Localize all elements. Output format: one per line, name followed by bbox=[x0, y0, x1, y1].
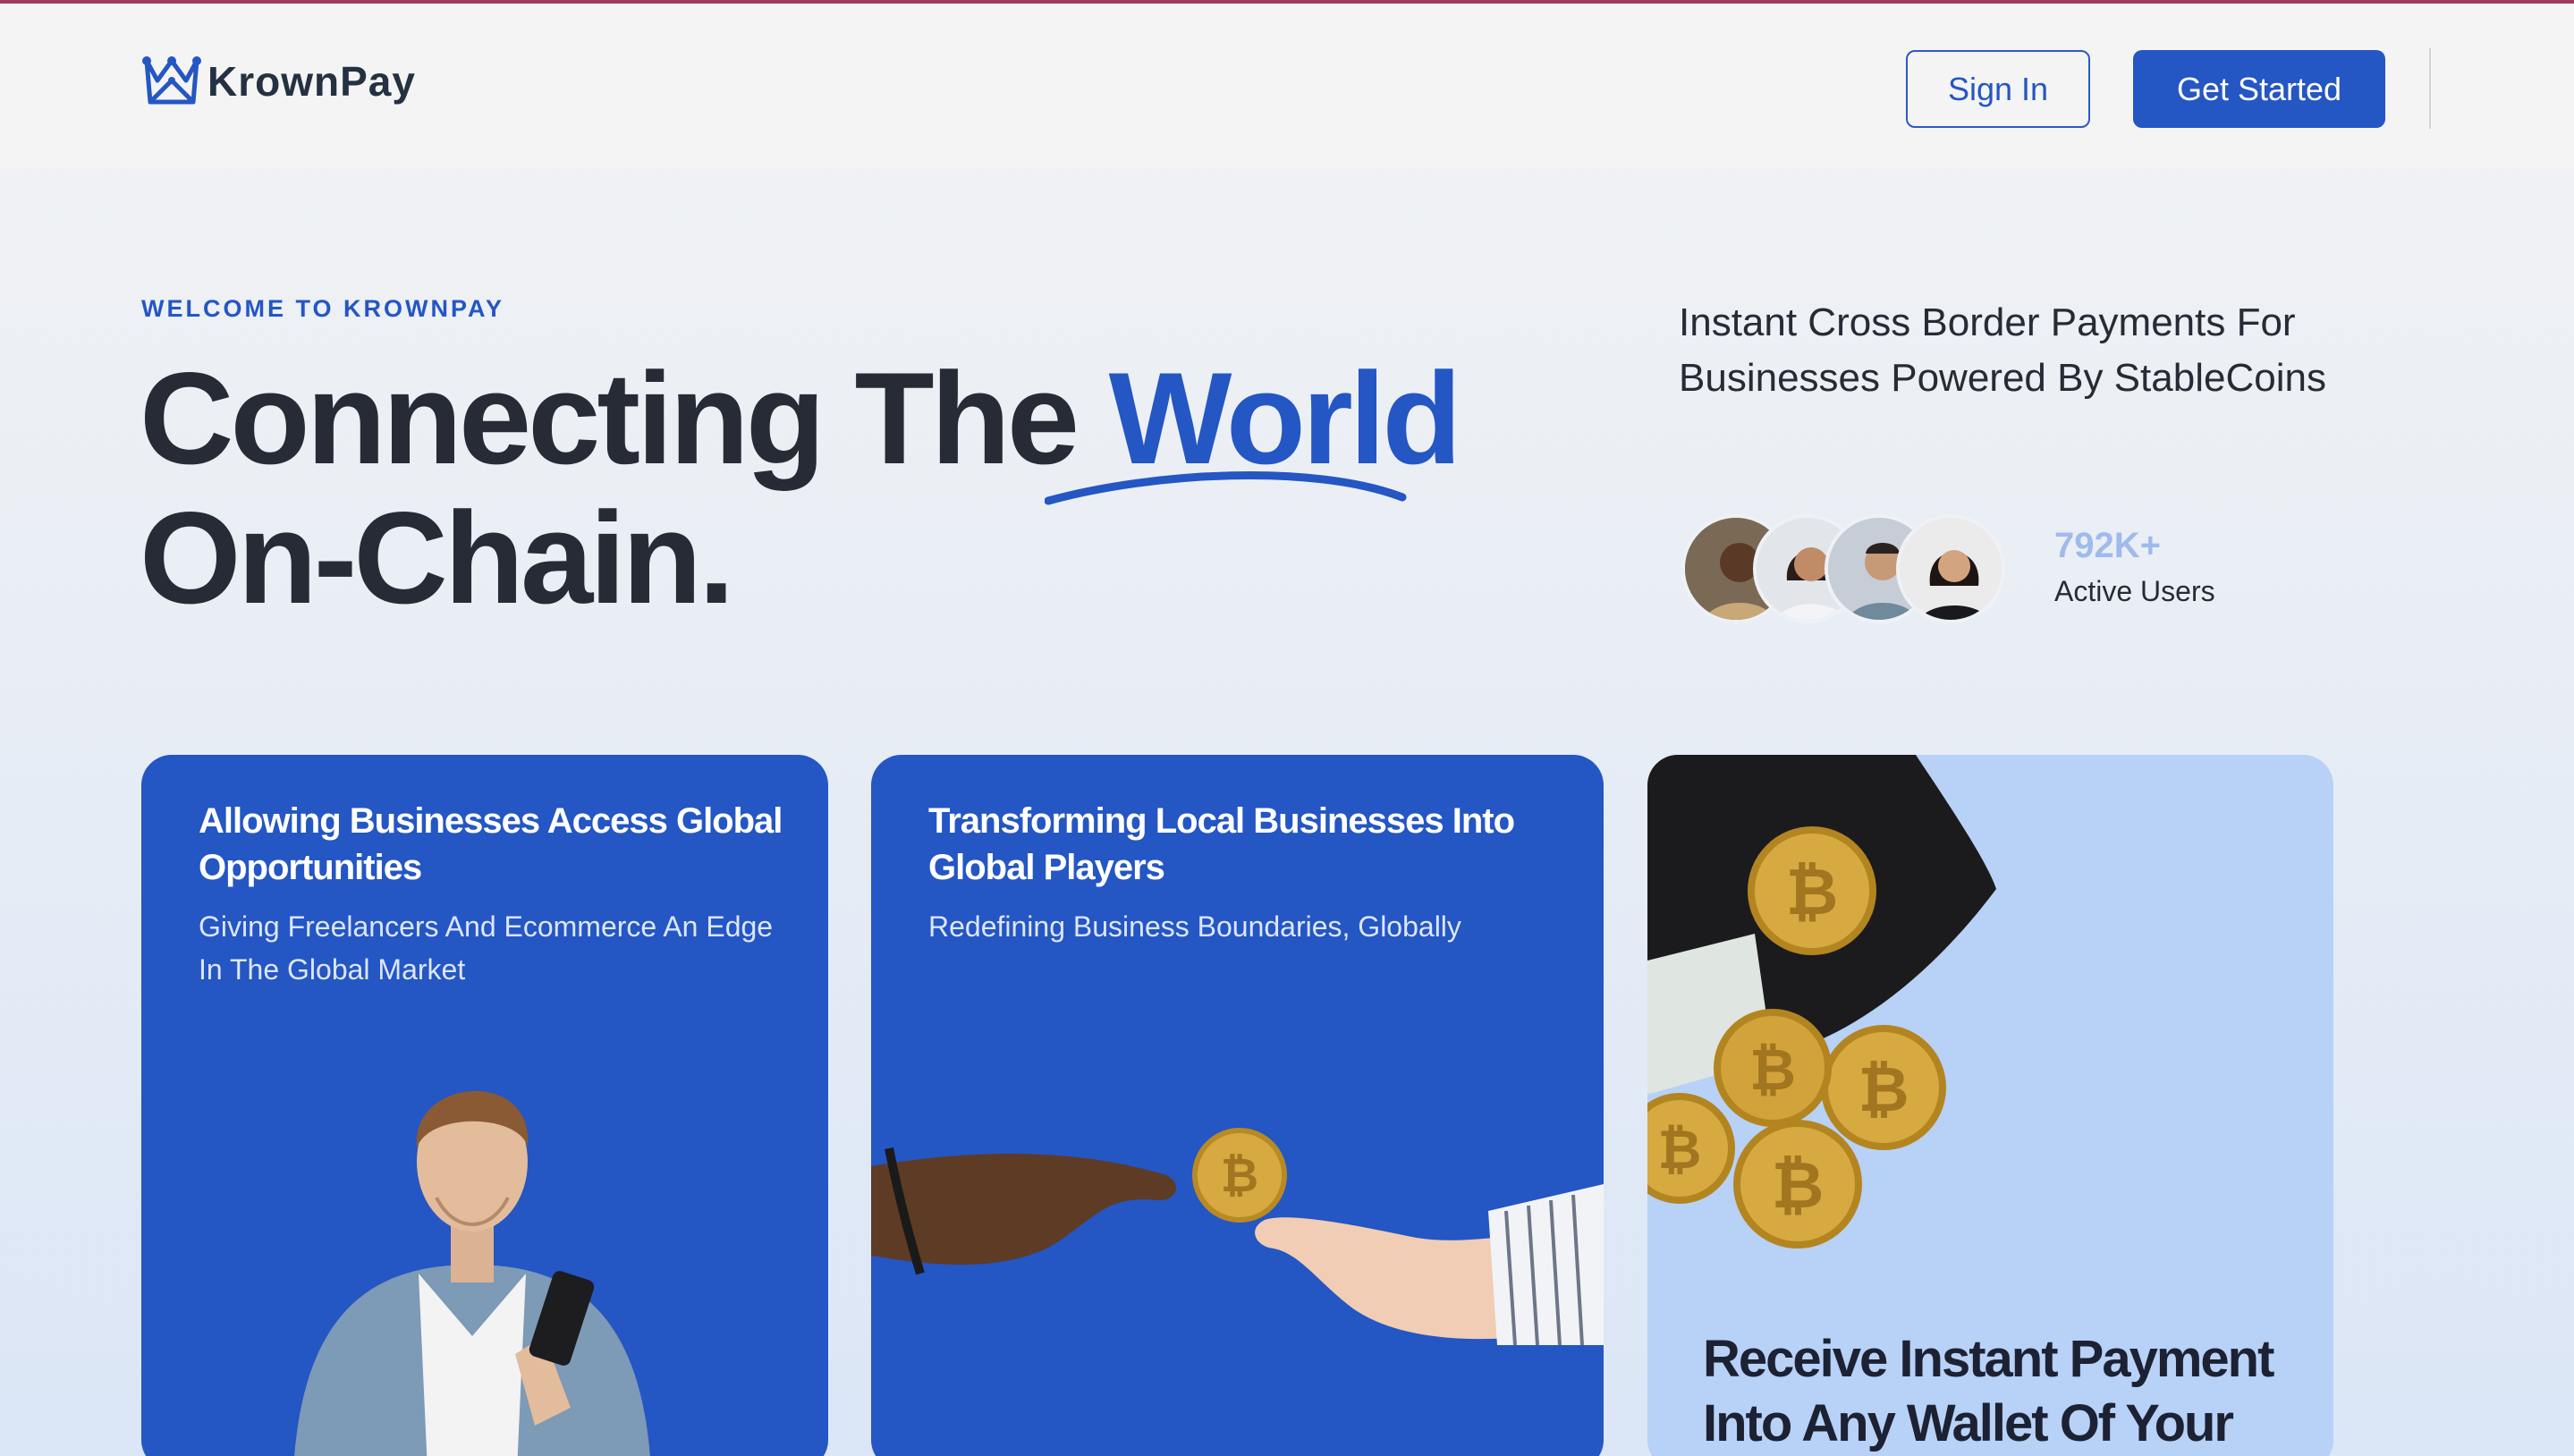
card-title: Transforming Local Businesses Into Globa… bbox=[928, 801, 1515, 887]
sign-in-button[interactable]: Sign In bbox=[1906, 50, 2090, 128]
svg-text:₿: ₿ bbox=[1221, 1149, 1258, 1203]
svg-text:₿: ₿ bbox=[1658, 1119, 1702, 1181]
hero-subtitle: Instant Cross Border Payments For Busine… bbox=[1679, 301, 2326, 400]
svg-text:₿: ₿ bbox=[1772, 1147, 1825, 1223]
feature-card-global-opportunities[interactable]: Allowing Businesses Access Global Opport… bbox=[141, 755, 828, 1456]
hands-exchanging-bitcoin-illustration: ₿ bbox=[871, 1128, 1604, 1346]
headline-part1: Connecting The bbox=[140, 345, 1109, 491]
brand-name: KrownPay bbox=[207, 58, 416, 105]
avatar bbox=[1896, 514, 2005, 623]
man-with-phone-illustration bbox=[294, 1090, 650, 1456]
headline-underline-decoration bbox=[1045, 471, 1407, 505]
header-divider bbox=[2429, 48, 2431, 129]
feature-card-instant-payment[interactable]: ₿ ₿ ₿ ₿ ₿ Receive Instant Payment Into A… bbox=[1647, 755, 2333, 1456]
user-avatar-group bbox=[1681, 514, 2008, 623]
active-users-label: Active Users bbox=[2054, 575, 2215, 607]
svg-text:₿: ₿ bbox=[1749, 1037, 1796, 1104]
krownpay-crown-logo-icon bbox=[142, 56, 201, 105]
active-users-count: 792K+ bbox=[2054, 526, 2161, 565]
card-title: Receive Instant Payment Into Any Wallet … bbox=[1703, 1330, 2274, 1452]
svg-text:₿: ₿ bbox=[1858, 1053, 1909, 1126]
brand-logo[interactable]: KrownPay bbox=[141, 54, 416, 109]
wallet-with-bitcoins-illustration: ₿ ₿ ₿ ₿ ₿ bbox=[1647, 755, 1996, 1249]
card-subtitle: Redefining Business Boundaries, Globally bbox=[928, 910, 1461, 943]
svg-text:₿: ₿ bbox=[1786, 854, 1839, 929]
card-title: Allowing Businesses Access Global Opport… bbox=[199, 801, 783, 887]
site-header: KrownPay Sign In Get Started bbox=[0, 4, 2574, 168]
feature-card-global-players[interactable]: Transforming Local Businesses Into Globa… bbox=[871, 755, 1604, 1456]
card-subtitle: Giving Freelancers And Ecommerce An Edge… bbox=[199, 910, 774, 986]
hero-eyebrow: WELCOME TO KROWNPAY bbox=[141, 295, 505, 322]
get-started-button[interactable]: Get Started bbox=[2133, 50, 2385, 128]
headline-part2: On-Chain. bbox=[140, 485, 734, 631]
